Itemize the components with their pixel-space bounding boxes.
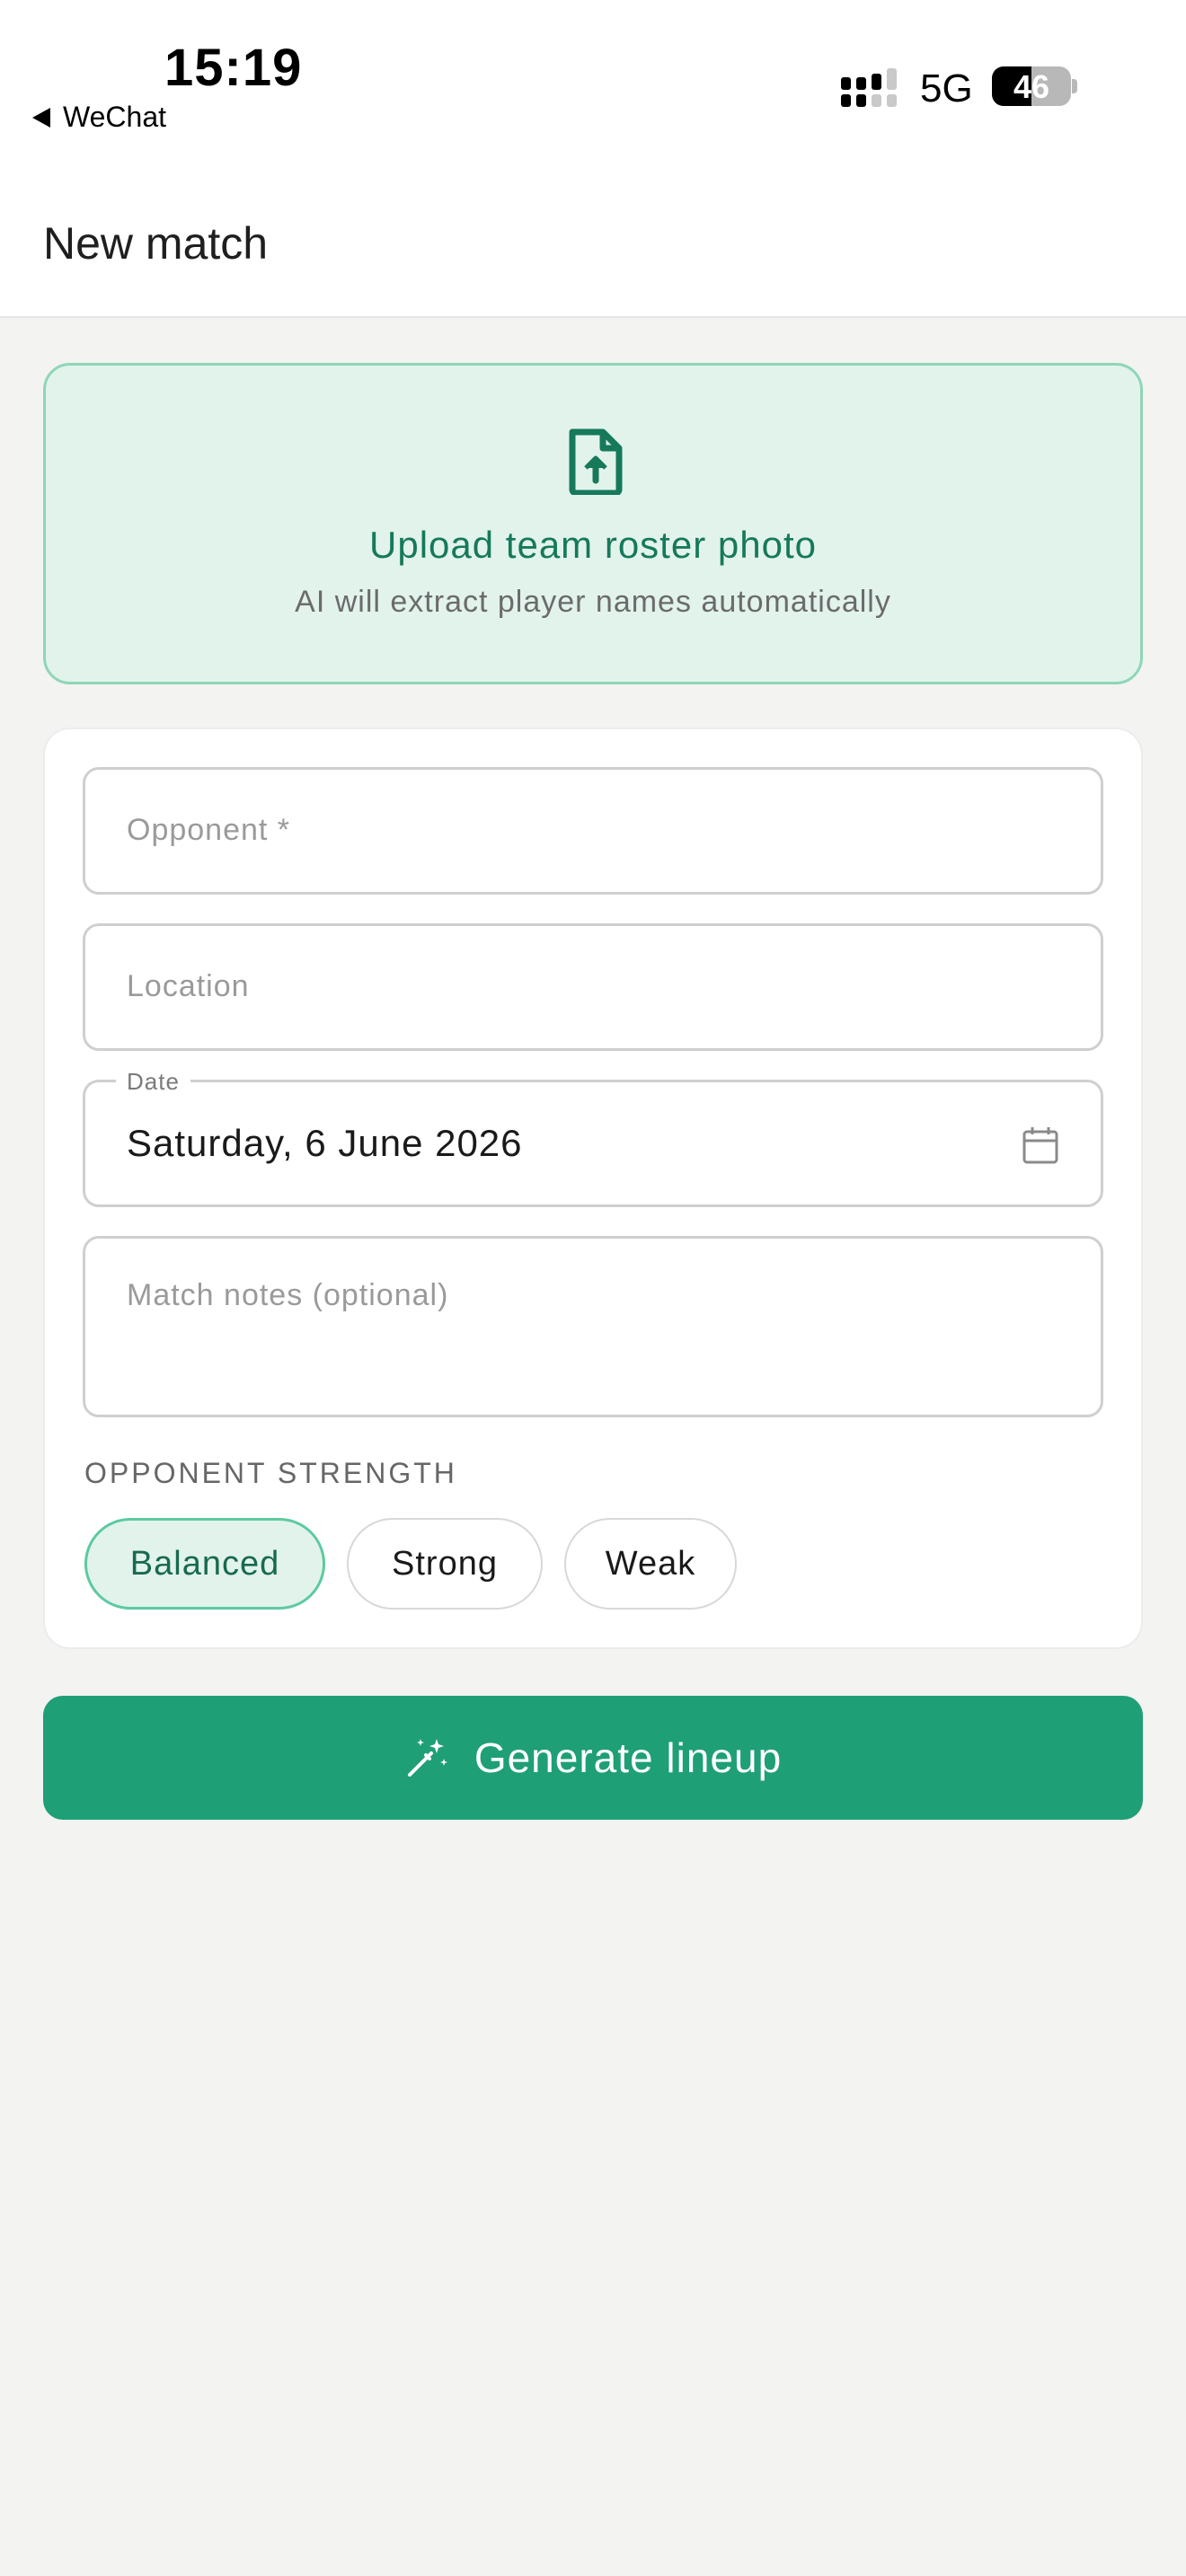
magic-wand-icon (407, 1739, 447, 1777)
network-type: 5G (920, 66, 973, 110)
back-app-label: WeChat (63, 101, 167, 133)
generate-lineup-button[interactable]: Generate lineup (43, 1696, 1143, 1820)
back-to-app-link[interactable]: WeChat (32, 101, 166, 134)
battery-icon: 46 (992, 66, 1071, 106)
upload-title: Upload team roster photo (369, 524, 817, 566)
upload-roster-card[interactable]: Upload team roster photo AI will extract… (43, 363, 1143, 684)
strength-chip-strong[interactable]: Strong (347, 1518, 543, 1610)
calendar-icon[interactable] (1022, 1125, 1059, 1165)
date-label: Date (116, 1068, 190, 1096)
opponent-input[interactable]: Opponent * (83, 767, 1103, 895)
notes-placeholder: Match notes (optional) (127, 1278, 449, 1312)
date-picker-field[interactable]: Date Saturday, 6 June 2026 (83, 1068, 1103, 1207)
page-title: New match (43, 218, 269, 269)
date-value: Saturday, 6 June 2026 (127, 1122, 523, 1164)
generate-lineup-label: Generate lineup (474, 1734, 783, 1781)
location-placeholder: Location (127, 969, 250, 1003)
file-upload-icon (569, 428, 623, 495)
battery-percent: 46 (1013, 68, 1050, 105)
status-time: 15:19 (164, 39, 303, 97)
match-form-card: Opponent * Location Date Saturday, 6 Jun… (43, 728, 1143, 1649)
opponent-placeholder: Opponent * (127, 813, 291, 847)
upload-subtitle: AI will extract player names automatical… (295, 585, 891, 619)
status-bar: 15:19 WeChat 5G 46 (0, 0, 1186, 189)
opponent-strength-label: OPPONENT STRENGTH (84, 1457, 457, 1489)
strength-chip-weak[interactable]: Weak (564, 1518, 737, 1610)
battery-tip (1072, 79, 1077, 93)
location-input[interactable]: Location (83, 923, 1103, 1051)
strength-chip-balanced[interactable]: Balanced (84, 1518, 325, 1610)
signal-strength-icon (841, 68, 897, 107)
match-notes-textarea[interactable]: Match notes (optional) (83, 1236, 1103, 1417)
nav-bar: New match (0, 189, 1186, 318)
back-arrow-icon (32, 107, 50, 128)
